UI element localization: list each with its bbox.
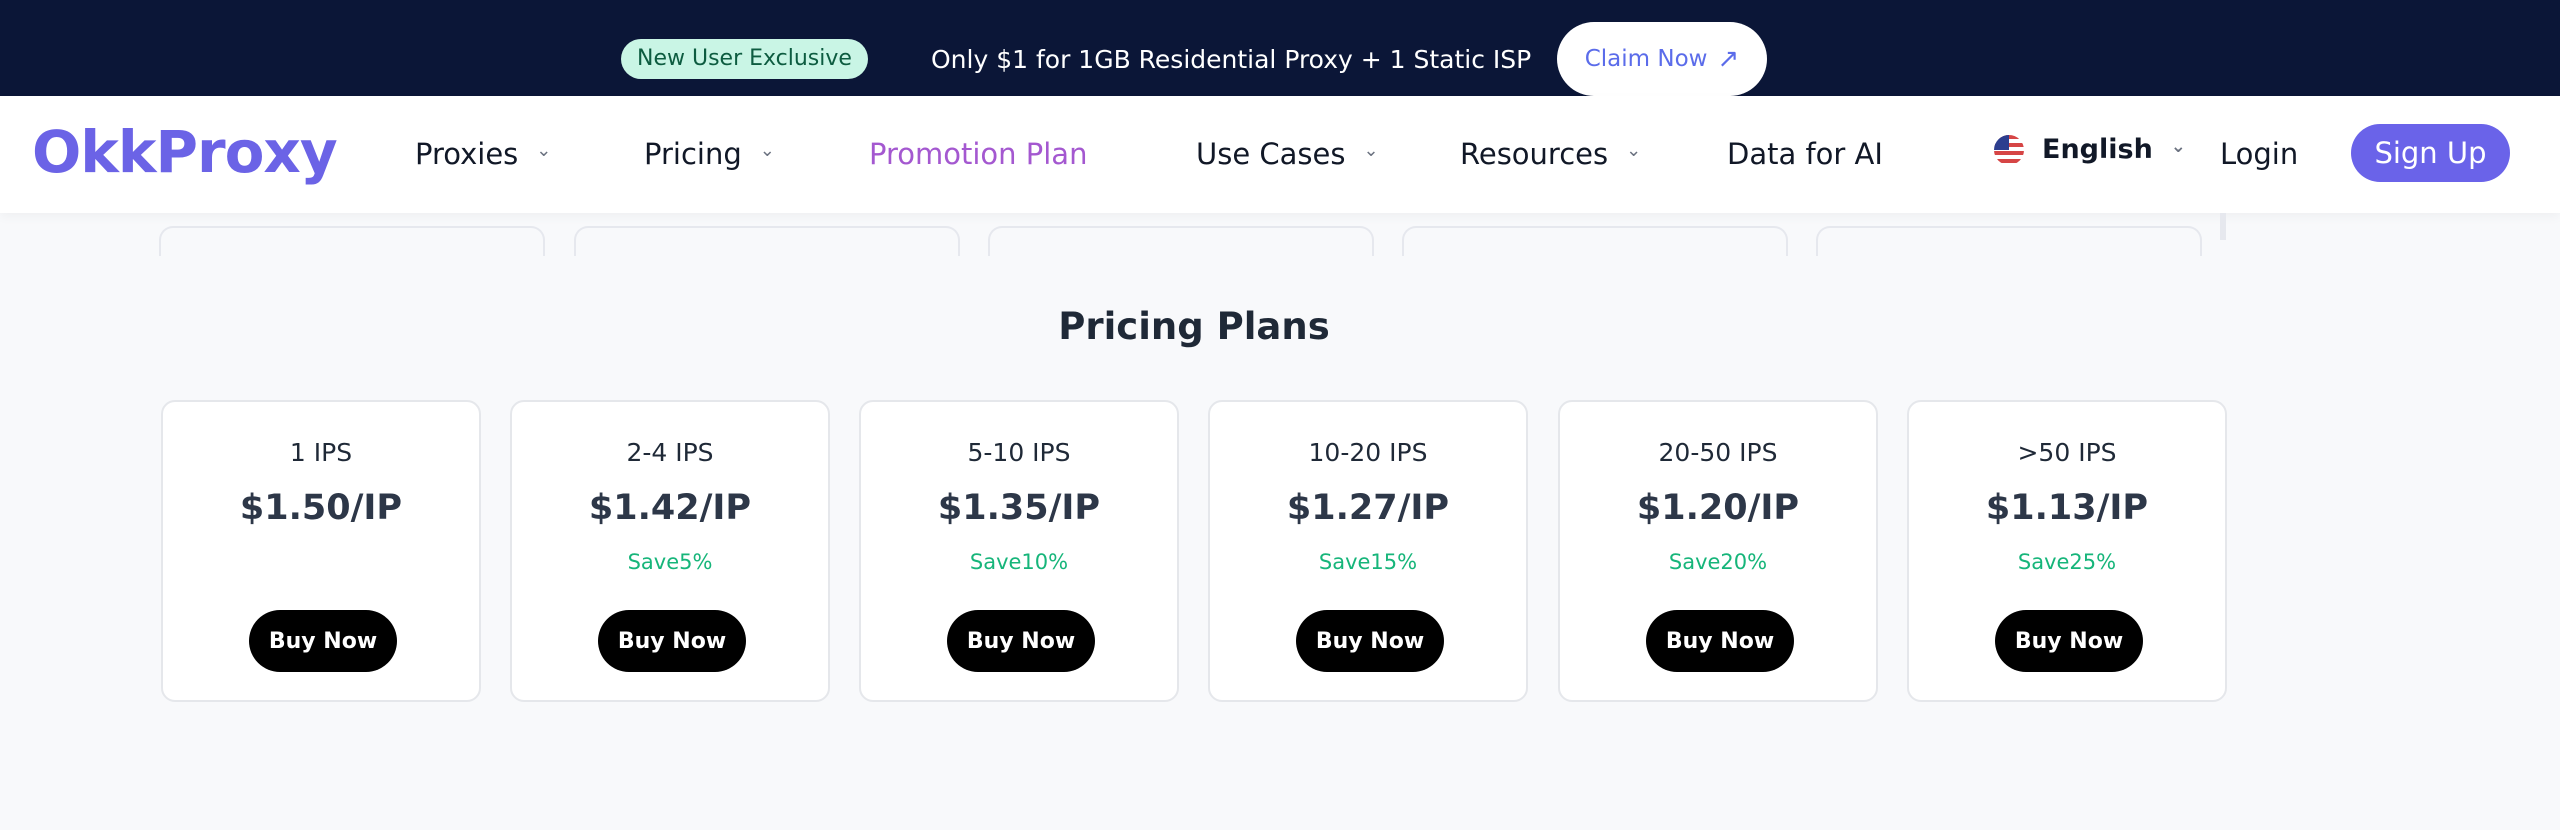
plan-ips: 20-50 IPS [1658,438,1778,467]
plan-ips: 1 IPS [289,438,353,467]
buy-now-button[interactable]: Buy Now [947,610,1095,672]
pricing-card: 10-20 IPS $1.27/IP Save15% Buy Now [1208,400,1528,702]
okkproxy-logo[interactable]: OkkProxy [32,118,338,186]
scrolled-card [159,226,545,256]
chevron-down-icon: ⌄ [1626,140,1642,161]
pricing-card: 2-4 IPS $1.42/IP Save5% Buy Now [510,400,830,702]
chevron-down-icon: ⌄ [536,140,552,161]
plan-price: $1.27/IP [1286,488,1450,528]
nav-proxies-label: Proxies [415,137,519,171]
buy-now-button[interactable]: Buy Now [1296,610,1444,672]
nav-resources[interactable]: Resources ⌄ [1460,134,1641,174]
nav-pricing[interactable]: Pricing ⌄ [644,134,775,174]
pricing-card: 1 IPS $1.50/IP Buy Now [161,400,481,702]
plan-ips: 2-4 IPS [626,438,714,467]
plan-save: Save20% [1668,550,1768,574]
chevron-down-icon: ⌄ [2170,136,2186,157]
plan-save: Save10% [969,550,1069,574]
nav-proxies[interactable]: Proxies ⌄ [415,134,551,174]
plan-price: $1.20/IP [1636,488,1800,528]
site-header: OkkProxy Proxies ⌄ Pricing ⌄ Promotion P… [0,96,2560,213]
scrolled-card [1402,226,1788,256]
plan-save: Save25% [2017,550,2117,574]
nav-use-cases[interactable]: Use Cases ⌄ [1196,134,1379,174]
claim-now-label: Claim Now [1584,46,1708,72]
arrow-up-right-icon: ↗ [1717,44,1740,74]
plan-price: $1.50/IP [239,488,403,528]
chevron-down-icon: ⌄ [759,140,775,161]
nav-resources-label: Resources [1460,137,1609,171]
plan-price: $1.13/IP [1985,488,2149,528]
plan-ips: >50 IPS [2017,438,2117,467]
new-user-badge: New User Exclusive [621,39,868,79]
nav-data-for-ai[interactable]: Data for AI [1727,134,1883,174]
plan-ips: 10-20 IPS [1308,438,1428,467]
buy-now-button[interactable]: Buy Now [1995,610,2143,672]
nav-use-cases-label: Use Cases [1196,137,1346,171]
plan-save: Save5% [627,550,713,574]
nav-promotion-plan[interactable]: Promotion Plan [869,134,1087,174]
promo-text: Only $1 for 1GB Residential Proxy + 1 St… [931,45,1532,74]
buy-now-button[interactable]: Buy Now [598,610,746,672]
promo-bar: New User Exclusive Only $1 for 1GB Resid… [0,0,2560,96]
language-label: English [2042,134,2153,165]
sign-up-button[interactable]: Sign Up [2351,124,2510,182]
pricing-card: 20-50 IPS $1.20/IP Save20% Buy Now [1558,400,1878,702]
plan-ips: 5-10 IPS [967,438,1071,467]
claim-now-button[interactable]: Claim Now ↗ [1557,22,1767,96]
scrolled-card [988,226,1374,256]
scrolled-card [574,226,960,256]
login-link[interactable]: Login [2220,134,2298,174]
plan-save: Save15% [1318,550,1418,574]
plan-price: $1.35/IP [937,488,1101,528]
plan-price: $1.42/IP [588,488,752,528]
pricing-card: >50 IPS $1.13/IP Save25% Buy Now [1907,400,2227,702]
pricing-card: 5-10 IPS $1.35/IP Save10% Buy Now [859,400,1179,702]
chevron-down-icon: ⌄ [1363,140,1379,161]
section-title: Pricing Plans [1058,305,1330,348]
scrolled-card [1816,226,2202,256]
nav-promotion-plan-label: Promotion Plan [869,137,1088,171]
nav-pricing-label: Pricing [644,137,742,171]
buy-now-button[interactable]: Buy Now [1646,610,1794,672]
us-flag-icon [1994,134,2024,165]
buy-now-button[interactable]: Buy Now [249,610,397,672]
scrollbar-track[interactable] [2220,213,2226,240]
nav-data-for-ai-label: Data for AI [1727,137,1883,171]
language-selector[interactable]: English ⌄ [1994,134,2186,165]
